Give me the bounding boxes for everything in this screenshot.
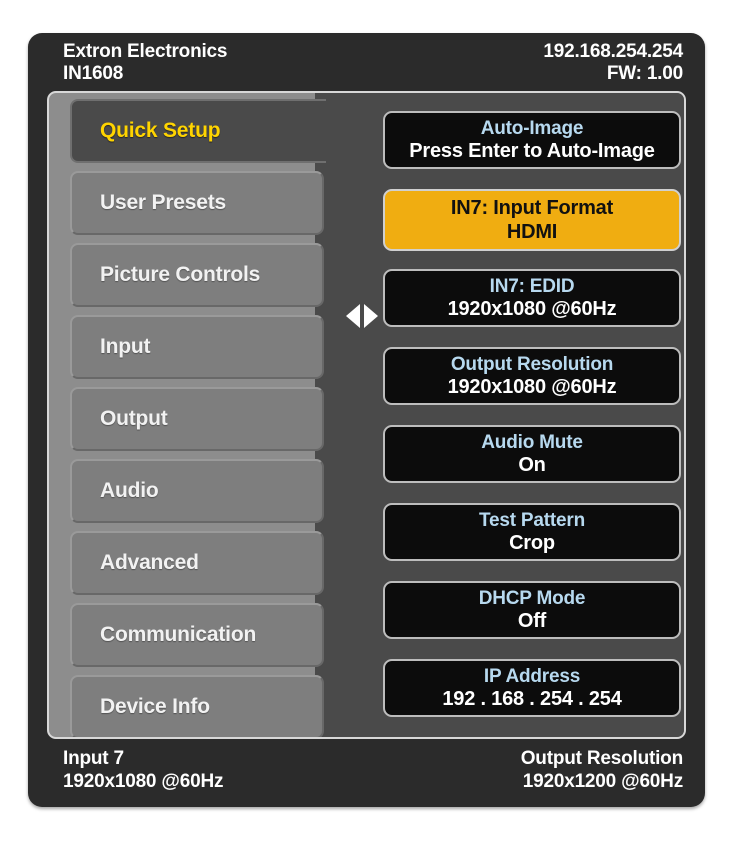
option-dhcp-mode[interactable]: DHCP Mode Off: [383, 581, 681, 639]
brand-name: Extron Electronics: [63, 41, 228, 62]
sidebar-menu: Quick Setup User Presets Picture Control…: [49, 93, 326, 737]
device-front-panel-display: Extron Electronics IN1608 192.168.254.25…: [28, 33, 705, 807]
sidebar-item-label: Quick Setup: [100, 119, 221, 142]
option-in7-edid[interactable]: IN7: EDID 1920x1080 @60Hz: [383, 269, 681, 327]
footer-input-status: Input 7 1920x1080 @60Hz: [63, 748, 223, 794]
firmware-version: FW: 1.00: [606, 63, 683, 85]
option-value: HDMI: [506, 221, 558, 243]
option-label: Test Pattern: [479, 510, 585, 531]
option-label: DHCP Mode: [478, 588, 586, 609]
option-auto-image[interactable]: Auto-Image Press Enter to Auto-Image: [383, 111, 681, 169]
footer-input-value: 1920x1080 @60Hz: [63, 770, 224, 792]
main-panel: Quick Setup User Presets Picture Control…: [47, 91, 686, 739]
option-label: IN7: EDID: [489, 276, 575, 297]
sidebar-item-label: User Presets: [100, 191, 227, 214]
footer-output-status: Output Resolution 1920x1200 @60Hz: [521, 748, 683, 794]
horizontal-nav-indicator[interactable]: [346, 299, 384, 333]
header-device-identity: Extron Electronics IN1608: [63, 41, 227, 86]
display-header: Extron Electronics IN1608 192.168.254.25…: [28, 33, 705, 89]
sidebar-item-label: Output: [100, 407, 168, 430]
sidebar-item-label: Input: [100, 335, 151, 358]
option-test-pattern[interactable]: Test Pattern Crop: [383, 503, 681, 561]
option-label: Auto-Image: [480, 118, 584, 139]
triangle-left-icon[interactable]: [346, 304, 360, 328]
option-in7-input-format[interactable]: IN7: Input Format HDMI: [383, 189, 681, 251]
option-value: 1920x1080 @60Hz: [447, 375, 617, 398]
ip-address-readout: 192.168.254.254: [543, 41, 683, 62]
sidebar-item-input[interactable]: Input: [70, 315, 324, 379]
option-button-column: Auto-Image Press Enter to Auto-Image IN7…: [383, 93, 683, 737]
sidebar-item-output[interactable]: Output: [70, 387, 324, 451]
option-value: Press Enter to Auto-Image: [409, 139, 655, 162]
sidebar-item-user-presets[interactable]: User Presets: [70, 171, 324, 235]
footer-output-label: Output Resolution: [520, 748, 683, 769]
option-value: On: [518, 453, 546, 476]
sidebar-item-label: Picture Controls: [100, 263, 261, 286]
model-name: IN1608: [63, 63, 124, 85]
sidebar-item-label: Device Info: [100, 695, 210, 718]
option-audio-mute[interactable]: Audio Mute On: [383, 425, 681, 483]
display-footer: Input 7 1920x1080 @60Hz Output Resolutio…: [28, 743, 705, 805]
footer-input-label: Input 7: [63, 748, 124, 769]
sidebar-item-advanced[interactable]: Advanced: [70, 531, 324, 595]
option-value: 1920x1080 @60Hz: [447, 297, 617, 320]
option-label: Audio Mute: [481, 432, 583, 453]
header-network-identity: 192.168.254.254 FW: 1.00: [543, 41, 683, 86]
sidebar-item-quick-setup[interactable]: Quick Setup: [70, 99, 326, 163]
sidebar-item-device-info[interactable]: Device Info: [70, 675, 324, 737]
sidebar-item-label: Audio: [100, 479, 159, 502]
sidebar-item-communication[interactable]: Communication: [70, 603, 324, 667]
option-label: IP Address: [483, 666, 581, 687]
triangle-right-icon[interactable]: [364, 304, 378, 328]
option-output-resolution[interactable]: Output Resolution 1920x1080 @60Hz: [383, 347, 681, 405]
option-ip-address[interactable]: IP Address 192 . 168 . 254 . 254: [383, 659, 681, 717]
option-label: Output Resolution: [450, 354, 614, 375]
option-label: IN7: Input Format: [450, 197, 614, 219]
footer-output-value: 1920x1200 @60Hz: [522, 770, 683, 792]
option-value: 192 . 168 . 254 . 254: [442, 687, 622, 710]
sidebar-item-label: Communication: [100, 623, 257, 646]
option-value: Off: [517, 609, 547, 632]
option-value: Crop: [509, 531, 555, 554]
sidebar-item-label: Advanced: [100, 551, 199, 574]
sidebar-item-picture-controls[interactable]: Picture Controls: [70, 243, 324, 307]
sidebar-item-audio[interactable]: Audio: [70, 459, 324, 523]
